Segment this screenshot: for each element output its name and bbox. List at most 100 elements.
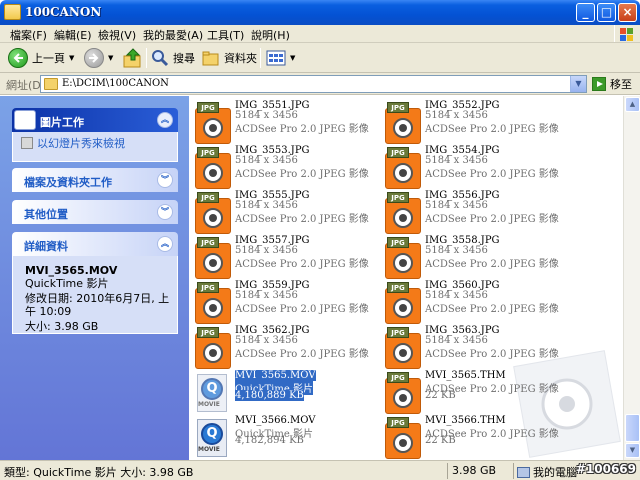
go-button[interactable]: 移至 [592, 76, 632, 92]
views-icon [266, 50, 286, 66]
menu-file[interactable]: 檔案(F) [10, 27, 47, 43]
minimize-button[interactable]: _ [576, 3, 595, 22]
window-title: 100CANON [25, 5, 102, 19]
other-places-header[interactable]: 其他位置 ︾ [12, 200, 178, 224]
scroll-down-icon[interactable]: ▼ [625, 443, 640, 458]
picture-tasks-header[interactable]: 圖片工作 ︽ [12, 108, 178, 132]
quicktime-movie-icon: Q MOVIE [195, 372, 231, 414]
file-item[interactable]: JPG IMG_3557.JPG 5184 x 3456 ACDSee Pro 2.0… [189, 235, 369, 279]
jpg-badge: JPG [197, 327, 219, 338]
folder-icon [44, 78, 58, 90]
status-location-label: 我的電腦 [533, 466, 577, 479]
file-item[interactable]: JPG MVI_3566.THM ACDSee Pro 2.0 JPEG 影像 22 … [379, 415, 559, 459]
status-size: 3.98 GB [452, 464, 497, 477]
file-tasks-header[interactable]: 檔案及資料夾工作 ︾ [12, 168, 178, 192]
scroll-thumb[interactable] [625, 414, 640, 442]
jpg-badge: JPG [387, 417, 409, 428]
jpg-file-icon: JPG [195, 192, 231, 234]
menu-tools[interactable]: 工具(T) [207, 27, 244, 43]
file-item[interactable]: Q MOVIE MVI_3566.MOV QuickTime 影片 4,182,894 … [189, 415, 369, 459]
quicktime-q: Q [201, 378, 223, 400]
collapse-chevron-icon[interactable]: ︽ [157, 112, 173, 128]
file-item[interactable]: JPG IMG_3551.JPG 5184 x 3456 ACDSee Pro 2.0… [189, 100, 369, 144]
details-filename: MVI_3565.MOV [25, 264, 118, 277]
views-button[interactable]: ▼ [266, 46, 295, 70]
vertical-scrollbar[interactable]: ▲ ▼ [623, 96, 640, 460]
task-pane: 圖片工作 ︽ 以幻燈片秀來檢視 檔案及資料夾工作 ︾ 其他位置 ︾ 詳細資料 ︽… [0, 96, 189, 460]
menu-bar: 檔案(F) 編輯(E) 檢視(V) 我的最愛(A) 工具(T) 說明(H) [0, 25, 640, 43]
file-detail-2: ACDSee Pro 2.0 JPEG 影像 [425, 259, 559, 270]
forward-button[interactable]: ▼ [84, 46, 113, 70]
file-list: JPG IMG_3551.JPG 5184 x 3456 ACDSee Pro 2.0… [189, 96, 623, 460]
go-arrow-icon [592, 77, 606, 91]
address-input[interactable]: E:\DCIM\100CANON ▼ [40, 75, 587, 93]
jpg-badge: JPG [387, 372, 409, 383]
file-detail-2: ACDSee Pro 2.0 JPEG 影像 [425, 349, 559, 360]
details-header[interactable]: 詳細資料 ︽ [12, 232, 178, 256]
address-dropdown-icon[interactable]: ▼ [570, 76, 586, 92]
file-detail-2: 4,180,889 KB [235, 390, 304, 401]
file-item[interactable]: JPG IMG_3562.JPG 5184 x 3456 ACDSee Pro 2.0… [189, 325, 369, 369]
jpg-badge: JPG [387, 327, 409, 338]
views-dropdown-icon[interactable]: ▼ [290, 54, 295, 62]
search-button[interactable]: 搜尋 [151, 46, 195, 70]
status-location: 我的電腦 [517, 464, 577, 480]
jpg-badge: JPG [197, 237, 219, 248]
file-tasks-title: 檔案及資料夾工作 [24, 176, 112, 189]
up-folder-button[interactable] [122, 46, 144, 70]
jpg-badge: JPG [387, 282, 409, 293]
status-bar: 類型: QuickTime 影片 大小: 3.98 GB 3.98 GB 我的電… [0, 460, 640, 480]
file-item[interactable]: JPG MVI_3565.THM ACDSee Pro 2.0 JPEG 影像 22 … [379, 370, 559, 414]
quicktime-q: Q [201, 423, 223, 445]
file-item[interactable]: JPG IMG_3558.JPG 5184 x 3456 ACDSee Pro 2.0… [379, 235, 559, 279]
jpg-file-icon: JPG [195, 282, 231, 324]
file-item[interactable]: JPG IMG_3552.JPG 5184 x 3456 ACDSee Pro 2.0… [379, 100, 559, 144]
jpg-file-icon: JPG [195, 327, 231, 369]
slideshow-icon [21, 137, 33, 149]
expand-chevron-icon[interactable]: ︾ [157, 172, 173, 188]
jpg-badge: JPG [387, 147, 409, 158]
jpg-badge: JPG [197, 102, 219, 113]
collapse-chevron-icon[interactable]: ︽ [157, 236, 173, 252]
file-detail-2: ACDSee Pro 2.0 JPEG 影像 [235, 349, 369, 360]
search-icon [152, 50, 169, 67]
expand-chevron-icon[interactable]: ︾ [157, 204, 173, 220]
file-item[interactable]: JPG IMG_3555.JPG 5184 x 3456 ACDSee Pro 2.0… [189, 190, 369, 234]
file-item[interactable]: JPG IMG_3556.JPG 5184 x 3456 ACDSee Pro 2.0… [379, 190, 559, 234]
forward-dropdown-icon[interactable]: ▼ [108, 54, 113, 62]
jpg-badge: JPG [197, 147, 219, 158]
title-bar[interactable]: 100CANON _ □ × [0, 0, 640, 25]
scroll-up-icon[interactable]: ▲ [625, 97, 640, 112]
close-button[interactable]: × [618, 3, 637, 22]
menu-favorites[interactable]: 我的最愛(A) [143, 27, 203, 43]
toolbar: 上一頁 ▼ ▼ 搜尋 資料夾 ▼ [0, 43, 640, 73]
movie-label: MOVIE [198, 446, 220, 453]
file-item[interactable]: JPG IMG_3553.JPG 5184 x 3456 ACDSee Pro 2.0… [189, 145, 369, 189]
back-dropdown-icon[interactable]: ▼ [69, 54, 74, 62]
file-detail-2: ACDSee Pro 2.0 JPEG 影像 [425, 169, 559, 180]
back-arrow-icon [8, 48, 28, 68]
back-label: 上一頁 [32, 52, 65, 65]
menu-view[interactable]: 檢視(V) [98, 27, 136, 43]
slideshow-link[interactable]: 以幻燈片秀來檢視 [21, 135, 125, 151]
maximize-button[interactable]: □ [597, 3, 616, 22]
menu-edit[interactable]: 編輯(E) [54, 27, 92, 43]
folders-button[interactable]: 資料夾 [202, 46, 257, 70]
back-button[interactable]: 上一頁 ▼ [8, 46, 74, 70]
movie-label: MOVIE [198, 401, 220, 408]
picture-tasks-title: 圖片工作 [40, 116, 84, 129]
file-item[interactable]: JPG IMG_3554.JPG 5184 x 3456 ACDSee Pro 2.0… [379, 145, 559, 189]
status-info: 類型: QuickTime 影片 大小: 3.98 GB [4, 466, 194, 479]
file-detail-2: 4,182,894 KB [235, 435, 304, 446]
folder-icon [4, 4, 21, 20]
details-size: 大小: 3.98 GB [25, 320, 99, 333]
menu-help[interactable]: 說明(H) [251, 27, 290, 43]
file-item[interactable]: JPG IMG_3563.JPG 5184 x 3456 ACDSee Pro 2.0… [379, 325, 559, 369]
file-item[interactable]: QMOVIEMVI_3565.MOVQuickTime 影片4,180,889 … [189, 370, 369, 414]
file-detail-2: ACDSee Pro 2.0 JPEG 影像 [235, 214, 369, 225]
file-item[interactable]: JPG IMG_3559.JPG 5184 x 3456 ACDSee Pro 2.0… [189, 280, 369, 324]
file-item[interactable]: JPG IMG_3560.JPG 5184 x 3456 ACDSee Pro 2.0… [379, 280, 559, 324]
jpg-file-icon: JPG [385, 282, 421, 324]
jpg-file-icon: JPG [195, 147, 231, 189]
jpg-badge: JPG [197, 282, 219, 293]
